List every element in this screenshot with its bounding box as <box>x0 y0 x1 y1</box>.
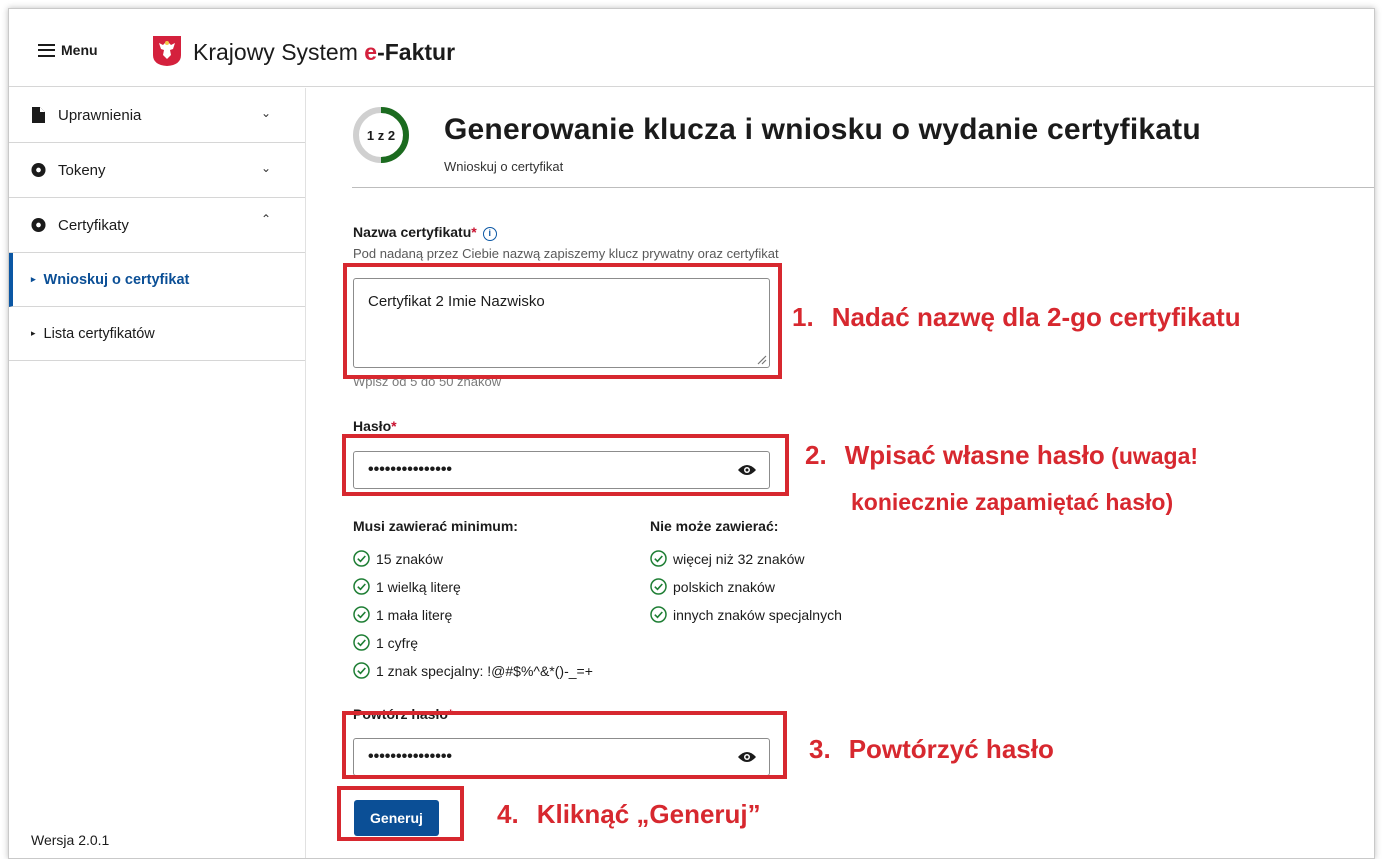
requirement-item: 1 cyfrę <box>353 634 418 651</box>
restriction-item: więcej niż 32 znaków <box>650 550 805 567</box>
cannot-contain-title: Nie może zawierać: <box>650 518 779 534</box>
requirement-text: 1 mała literę <box>376 606 453 623</box>
annotation-note-4: 4. Kliknąć „Generuj” <box>497 799 761 829</box>
restriction-text: więcej niż 32 znaków <box>673 550 805 567</box>
sidebar-subitem-lista[interactable]: ▸ Lista certyfikatów <box>9 307 305 361</box>
annotation-note-2-line2: koniecznie zapamiętać hasło) <box>851 489 1174 515</box>
requirement-item: 1 wielką literę <box>353 578 461 595</box>
triangle-right-icon: ▸ <box>31 328 36 338</box>
check-circle-icon <box>353 550 370 567</box>
password-label: Hasło* <box>353 418 397 434</box>
sidebar: Uprawnienia ⌄ Tokeny ⌄ Certyfikaty ⌃ ▸ W… <box>9 88 306 858</box>
divider <box>352 187 1374 188</box>
check-circle-icon <box>353 634 370 651</box>
sidebar-item-label: Tokeny <box>58 161 106 179</box>
sidebar-item-tokeny[interactable]: Tokeny ⌄ <box>9 143 305 198</box>
annotation-note-3: 3. Powtórzyć hasło <box>809 734 1054 764</box>
restriction-item: innych znaków specjalnych <box>650 606 842 623</box>
info-icon[interactable]: i <box>482 227 497 241</box>
page-subtitle: Wnioskuj o certyfikat <box>444 159 564 174</box>
check-circle-icon <box>353 662 370 679</box>
check-circle-icon <box>650 606 667 623</box>
sidebar-subitem-label: Wnioskuj o certyfikat <box>43 271 190 288</box>
restriction-text: innych znaków specjalnych <box>673 606 842 623</box>
cert-name-hint: Pod nadaną przez Ciebie nazwą zapiszemy … <box>353 246 779 261</box>
restriction-text: polskich znaków <box>673 578 775 595</box>
requirement-text: 15 znaków <box>376 550 443 567</box>
menu-label: Menu <box>61 42 98 58</box>
cert-name-label: Nazwa certyfikatu* i <box>353 224 497 241</box>
hamburger-icon <box>38 43 55 57</box>
sidebar-item-certyfikaty[interactable]: Certyfikaty ⌃ <box>9 198 305 253</box>
requirement-text: 1 znak specjalny: !@#$%^&*()-_=+ <box>376 662 593 679</box>
page-title: Generowanie klucza i wniosku o wydanie c… <box>444 113 1201 146</box>
sidebar-subitem-label: Lista certyfikatów <box>43 325 155 342</box>
check-circle-icon <box>650 550 667 567</box>
chevron-down-icon: ⌄ <box>260 106 271 120</box>
triangle-right-icon: ▸ <box>31 274 36 284</box>
certificate-icon <box>31 217 46 233</box>
check-circle-icon <box>650 578 667 595</box>
step-progress-indicator: 1 z 2 <box>352 106 410 164</box>
must-contain-title: Musi zawierać minimum: <box>353 518 518 534</box>
top-header: Menu Krajowy System e-Faktur <box>9 9 1374 87</box>
document-icon <box>32 107 45 123</box>
annotation-note-1: 1. Nadać nazwę dla 2-go certyfikatu <box>792 302 1241 332</box>
requirement-item: 1 mała literę <box>353 606 452 623</box>
step-counter: 1 z 2 <box>366 127 396 143</box>
requirement-item: 15 znaków <box>353 550 443 567</box>
app-title: Krajowy System e-Faktur <box>193 39 456 65</box>
version-label: Wersja 2.0.1 <box>31 832 110 848</box>
token-icon <box>31 162 46 178</box>
sidebar-subitem-wnioskuj[interactable]: ▸ Wnioskuj o certyfikat <box>9 253 305 307</box>
annotation-note-2: 2. Wpisać własne hasło (uwaga! <box>805 440 1199 470</box>
requirement-text: 1 cyfrę <box>376 634 419 651</box>
restriction-item: polskich znaków <box>650 578 775 595</box>
menu-button[interactable]: Menu <box>38 42 98 58</box>
chevron-down-icon: ⌄ <box>260 161 271 175</box>
annotation-box-1 <box>343 263 782 379</box>
requirement-item: 1 znak specjalny: !@#$%^&*()-_=+ <box>353 662 593 679</box>
check-circle-icon <box>353 578 370 595</box>
poland-emblem-icon <box>153 36 181 66</box>
annotation-box-4 <box>337 786 464 841</box>
app-window: Menu Krajowy System e-Faktur Uprawnienia… <box>8 8 1375 859</box>
sidebar-item-label: Certyfikaty <box>58 216 129 234</box>
sidebar-item-label: Uprawnienia <box>58 106 142 124</box>
sidebar-item-uprawnienia[interactable]: Uprawnienia ⌄ <box>9 88 305 143</box>
check-circle-icon <box>353 606 370 623</box>
annotation-box-3 <box>342 711 787 779</box>
chevron-up-icon: ⌃ <box>260 212 271 226</box>
annotation-box-2 <box>342 434 789 496</box>
requirement-text: 1 wielką literę <box>376 578 461 595</box>
